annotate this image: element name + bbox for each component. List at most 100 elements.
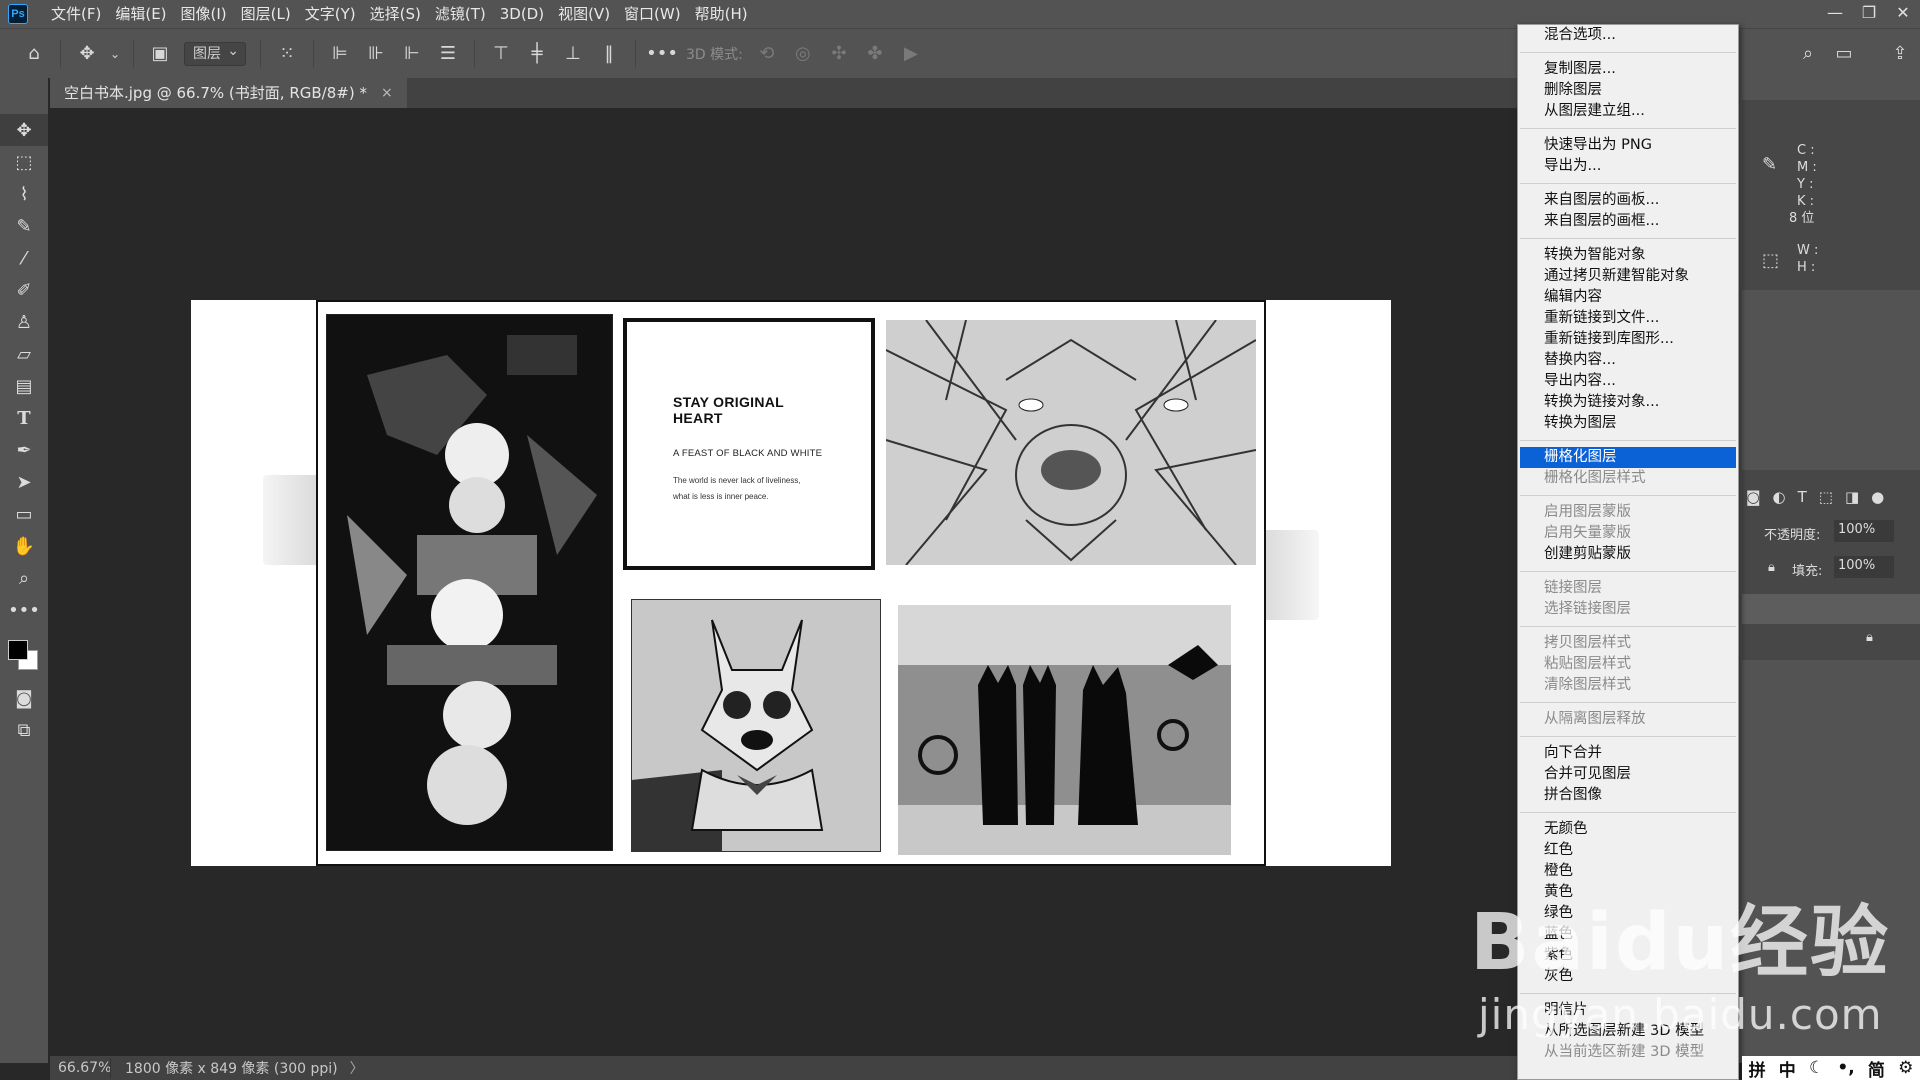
path-select-tool-icon[interactable]: ➤ [0,466,48,498]
context-menu-item[interactable]: 重新链接到库图形... [1518,329,1738,350]
menu-item[interactable]: 文件(F) [44,0,108,28]
quick-select-tool-icon[interactable]: ✎ [0,210,48,242]
canvas-area[interactable]: STAY ORIGINAL HEART A FEAST OF BLACK AND… [50,108,1520,1056]
fill-input[interactable]: 100% [1834,556,1894,578]
context-menu-item[interactable]: 转换为图层 [1518,413,1738,434]
auto-select-icon[interactable]: ▣ [146,40,174,68]
zoom-tool-icon[interactable]: ⌕ [0,562,48,594]
settings-icon[interactable]: ⚙ [1898,1058,1913,1078]
scale-3d-icon[interactable]: ▶ [897,40,925,68]
distribute-vertical-icon[interactable]: ‖ [595,40,623,68]
context-menu-item[interactable]: 合并可见图层 [1518,764,1738,785]
stamp-tool-icon[interactable]: ♙ [0,306,48,338]
context-menu-item[interactable]: 重新链接到文件... [1518,308,1738,329]
context-menu-item[interactable]: 转换为智能对象 [1518,245,1738,266]
close-icon[interactable]: ✕ [1886,0,1920,28]
brush-tool-icon[interactable]: ✐ [0,274,48,306]
context-menu-item[interactable]: 混合选项... [1518,25,1738,46]
context-menu-item[interactable]: 编辑内容 [1518,287,1738,308]
context-menu-item[interactable]: 红色 [1518,840,1738,861]
move-tool-icon[interactable]: ✥ [0,114,48,146]
menu-item[interactable]: 图层(L) [234,0,298,28]
eraser-tool-icon[interactable]: ▱ [0,338,48,370]
context-menu-item[interactable]: 向下合并 [1518,743,1738,764]
align-bottom-icon[interactable]: ⊥ [559,40,587,68]
quick-mask-icon[interactable]: ◙ [0,682,48,714]
foreground-color[interactable] [8,640,28,660]
menu-item[interactable]: 文字(Y) [298,0,363,28]
hand-tool-icon[interactable]: ✋ [0,530,48,562]
context-menu-item[interactable]: 来自图层的画板... [1518,190,1738,211]
context-menu-item[interactable]: 复制图层... [1518,59,1738,80]
context-menu-item[interactable]: 来自图层的画框... [1518,211,1738,232]
menu-item[interactable]: 视图(V) [551,0,617,28]
context-menu-item[interactable]: 橙色 [1518,861,1738,882]
roll-3d-icon[interactable]: ◎ [789,40,817,68]
context-menu-item[interactable]: 创建剪贴蒙版 [1518,544,1738,565]
share-icon[interactable]: ⇪ [1886,40,1914,68]
transform-controls-icon[interactable]: ⁙ [273,40,301,68]
document-tab[interactable]: 空白书本.jpg @ 66.7% (书封面, RGB/8#) * × [50,78,407,108]
align-left-icon[interactable]: ⊫ [326,40,354,68]
ime-charset[interactable]: 简 [1868,1056,1885,1080]
moon-icon[interactable]: ☾ [1809,1058,1824,1078]
zoom-level[interactable]: 66.67% [50,1060,111,1076]
context-menu-item[interactable]: 从图层建立组... [1518,101,1738,122]
marquee-tool-icon[interactable]: ⬚ [0,146,48,178]
context-menu-item[interactable]: 快速导出为 PNG [1518,135,1738,156]
screen-mode-icon[interactable]: ⧉ [0,714,48,746]
ime-lang[interactable]: 中 [1779,1056,1796,1080]
menu-item[interactable]: 图像(I) [174,0,234,28]
type-tool-icon[interactable]: T [0,402,48,434]
menu-item[interactable]: 帮助(H) [688,0,755,28]
more-tools-icon[interactable]: ••• [0,594,48,626]
color-chips[interactable] [0,626,48,682]
chevron-down-icon[interactable]: ⌄ [109,40,121,68]
menu-item[interactable]: 编辑(E) [108,0,173,28]
context-menu-item: 栅格化图层样式 [1544,470,1646,486]
lock-icon[interactable]: 🔒︎ [1768,560,1775,575]
context-menu-item[interactable]: 通过拷贝新建智能对象 [1518,266,1738,287]
pen-tool-icon[interactable]: ✒ [0,434,48,466]
context-menu-item[interactable]: 栅格化图层 [1520,447,1736,468]
menu-separator [1520,128,1736,129]
context-menu-item[interactable]: 删除图层 [1518,80,1738,101]
search-icon[interactable]: ⌕ [1794,40,1822,68]
lasso-tool-icon[interactable]: ⌇ [0,178,48,210]
rectangle-tool-icon[interactable]: ▭ [0,498,48,530]
more-options-icon[interactable]: ••• [646,40,678,68]
tab-close-icon[interactable]: × [381,78,393,108]
ime-mode[interactable]: 拼 [1749,1056,1766,1080]
minimize-icon[interactable]: — [1818,0,1852,28]
align-middle-icon[interactable]: ╪ [523,40,551,68]
align-center-icon[interactable]: ⊪ [362,40,390,68]
status-expand-icon[interactable]: 〉 [350,1058,364,1078]
menu-item[interactable]: 窗口(W) [617,0,688,28]
context-menu-item[interactable]: 导出内容... [1518,371,1738,392]
move-tool-icon[interactable]: ✥ [73,40,101,68]
context-menu-item[interactable]: 转换为链接对象... [1518,392,1738,413]
slide-3d-icon[interactable]: ✤ [861,40,889,68]
distribute-icon[interactable]: ☰ [434,40,462,68]
restore-icon[interactable]: ❐ [1852,0,1886,28]
menu-item[interactable]: 选择(S) [363,0,428,28]
menu-item[interactable]: 3D(D) [493,0,551,28]
opacity-input[interactable]: 100% [1834,520,1894,542]
punct-icon[interactable]: •, [1837,1058,1854,1078]
orbit-3d-icon[interactable]: ⟲ [753,40,781,68]
context-menu-item[interactable]: 拼合图像 [1518,785,1738,806]
context-menu-item[interactable]: 导出为... [1518,156,1738,177]
workspace-icon[interactable]: ▭ [1830,40,1858,68]
context-menu-item[interactable]: 无颜色 [1518,819,1738,840]
align-top-icon[interactable]: ⊤ [487,40,515,68]
menu-item[interactable]: 滤镜(T) [428,0,493,28]
context-menu-item[interactable]: 替换内容... [1518,350,1738,371]
layer-select[interactable]: 图层 [184,40,246,66]
align-right-icon[interactable]: ⊩ [398,40,426,68]
pan-3d-icon[interactable]: ✣ [825,40,853,68]
layer-row[interactable] [1742,594,1920,624]
eyedropper-tool-icon[interactable]: ⁄ [0,242,48,274]
home-icon[interactable]: ⌂ [20,40,48,68]
document-canvas[interactable]: STAY ORIGINAL HEART A FEAST OF BLACK AND… [191,300,1391,866]
gradient-tool-icon[interactable]: ▤ [0,370,48,402]
